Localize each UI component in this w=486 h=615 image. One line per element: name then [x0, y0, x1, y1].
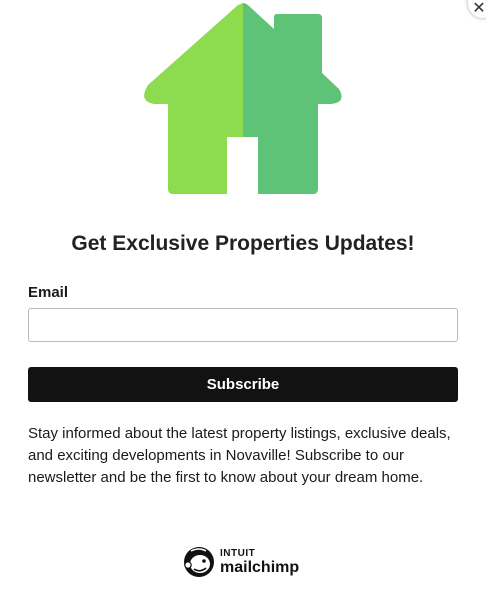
brand-intuit-text: INTUIT [220, 547, 256, 559]
mailchimp-logo[interactable]: INTUIT mailchimp [182, 545, 299, 579]
house-right-half [243, 3, 342, 194]
email-label: Email [28, 284, 69, 301]
close-button[interactable]: ✕ [468, 0, 486, 18]
popup-title: Get Exclusive Properties Updates! [71, 232, 415, 255]
description-text: Stay informed about the latest property … [28, 425, 451, 486]
house-left-half [144, 3, 243, 194]
mailchimp-freddie-icon [184, 547, 214, 577]
close-icon: ✕ [472, 0, 486, 17]
subscribe-button[interactable]: Subscribe [28, 367, 458, 402]
house-icon [144, 3, 342, 194]
brand-mailchimp-text: mailchimp [220, 558, 300, 576]
signup-popup: ✕ Get Exclusive Properties Updates! Emai… [0, 0, 486, 615]
email-field[interactable] [28, 308, 458, 342]
